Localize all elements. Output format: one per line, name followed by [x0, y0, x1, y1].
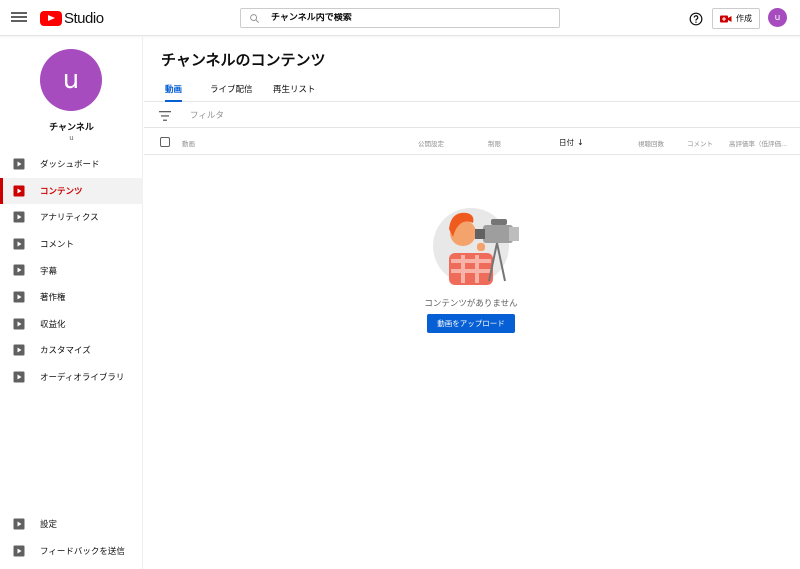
account-avatar[interactable]: u: [768, 8, 787, 27]
column-header-comments[interactable]: コメント: [687, 138, 713, 148]
subtitles-icon: [13, 264, 25, 276]
empty-state-message: コンテンツがありません: [424, 299, 518, 309]
column-header-like-ratio[interactable]: 高評価率（低評価...: [729, 138, 787, 148]
channel-avatar[interactable]: u: [40, 49, 102, 111]
sidebar-item-label: コメント: [40, 240, 75, 251]
monetization-icon: [13, 318, 25, 330]
column-header-date-label: 日付: [559, 138, 574, 147]
create-button[interactable]: 作成: [712, 8, 760, 29]
content-icon: [13, 185, 25, 197]
copyright-icon: [13, 291, 25, 303]
sidebar-item-label: ダッシュボード: [40, 160, 100, 171]
comments-icon: [13, 238, 25, 250]
studio-logo[interactable]: Studio: [40, 9, 104, 27]
sidebar-item-subtitles[interactable]: 字幕: [0, 257, 143, 284]
sidebar-item-analytics[interactable]: アナリティクス: [0, 204, 143, 231]
tab-videos[interactable]: 動画: [165, 83, 183, 102]
column-header-restrictions[interactable]: 制限: [488, 138, 501, 148]
table-header: 動画 公開設定 制限 日付 ↓ 視聴回数 コメント 高評価率（低評価...: [144, 129, 800, 155]
sidebar-item-label: 設定: [40, 520, 58, 531]
sidebar-item-content[interactable]: コンテンツ: [0, 177, 143, 205]
channel-title: チャンネル: [49, 123, 94, 133]
main-content: チャンネルのコンテンツ 動画 ライブ配信 再生リスト 動画 公開設定 制限 日付…: [144, 37, 800, 569]
column-header-date[interactable]: 日付 ↓: [559, 137, 584, 148]
sidebar-item-label: アナリティクス: [40, 213, 99, 224]
analytics-icon: [13, 211, 25, 223]
filter-bar: [144, 103, 800, 128]
sidebar-item-audio-library[interactable]: オーディオライブラリ: [0, 364, 143, 391]
column-header-views[interactable]: 視聴回数: [638, 138, 664, 148]
upload-video-button[interactable]: 動画をアップロード: [427, 314, 515, 333]
sidebar-item-label: フィードバックを送信: [40, 546, 125, 557]
sidebar-item-label: 収益化: [40, 319, 66, 330]
sidebar-item-settings[interactable]: 設定: [0, 511, 143, 538]
search-box[interactable]: [240, 8, 560, 28]
sort-down-arrow-icon: ↓: [577, 138, 584, 147]
hamburger-menu-icon[interactable]: [11, 10, 27, 26]
sidebar-nav: ダッシュボード コンテンツ アナリティクス コメント 字幕 著作権 収益化 カス…: [0, 151, 143, 390]
empty-state-illustration: [433, 208, 519, 285]
sidebar-item-copyright[interactable]: 著作権: [0, 284, 143, 311]
logo-text: Studio: [64, 9, 104, 27]
sidebar: u チャンネル u ダッシュボード コンテンツ アナリティクス コメント 字幕 …: [0, 37, 143, 569]
page-title: チャンネルのコンテンツ: [161, 51, 326, 69]
sidebar-item-label: カスタマイズ: [40, 346, 91, 357]
content-tabs: 動画 ライブ配信 再生リスト: [144, 77, 800, 102]
account-avatar-letter: u: [774, 12, 781, 23]
studio-app: Studio 作成 u u チャンネル u ダッシュボード: [0, 0, 800, 569]
sidebar-item-label: オーディオライブラリ: [40, 373, 125, 384]
channel-handle: u: [69, 134, 74, 142]
sidebar-item-comments[interactable]: コメント: [0, 231, 143, 258]
channel-avatar-letter: u: [62, 65, 80, 95]
sidebar-bottom-nav: 設定 フィードバックを送信: [0, 511, 143, 564]
customization-icon: [13, 344, 25, 356]
select-all-checkbox[interactable]: [160, 137, 170, 147]
sidebar-item-monetization[interactable]: 収益化: [0, 311, 143, 338]
tab-playlists[interactable]: 再生リスト: [273, 83, 316, 102]
filter-input[interactable]: [190, 109, 490, 123]
top-bar: Studio 作成 u: [0, 0, 800, 36]
column-header-visibility[interactable]: 公開設定: [418, 138, 444, 148]
create-label: 作成: [736, 14, 752, 23]
dashboard-icon: [13, 158, 25, 170]
sidebar-item-send-feedback[interactable]: フィードバックを送信: [0, 538, 143, 565]
sidebar-item-customization[interactable]: カスタマイズ: [0, 337, 143, 364]
feedback-icon: [13, 545, 25, 557]
tab-live[interactable]: ライブ配信: [210, 83, 253, 102]
search-icon: [241, 9, 267, 27]
sidebar-item-dashboard[interactable]: ダッシュボード: [0, 151, 143, 178]
settings-icon: [13, 518, 25, 530]
column-header-video: 動画: [182, 140, 195, 148]
help-icon[interactable]: [689, 11, 703, 26]
search-input[interactable]: [271, 13, 551, 23]
youtube-play-icon: [40, 10, 62, 26]
sidebar-item-label: コンテンツ: [40, 186, 83, 197]
filter-icon[interactable]: [159, 111, 171, 121]
sidebar-item-label: 字幕: [40, 266, 58, 277]
audio-library-icon: [13, 371, 25, 383]
video-camera-plus-icon: [720, 15, 732, 22]
sidebar-item-label: 著作権: [40, 293, 66, 304]
